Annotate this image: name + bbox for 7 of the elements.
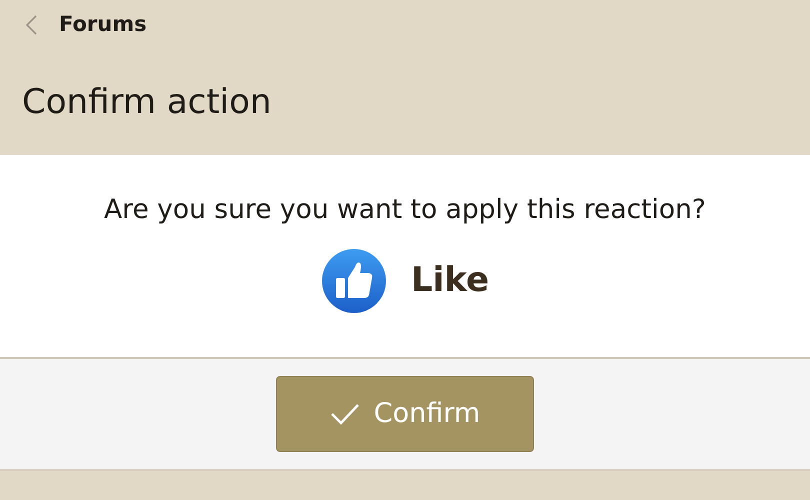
checkmark-icon	[330, 403, 360, 425]
back-link[interactable]: Forums	[26, 9, 147, 41]
thumbs-up-icon	[320, 248, 387, 314]
confirm-message: Are you sure you want to apply this reaction?	[104, 193, 706, 227]
reaction-label: Like	[410, 259, 490, 302]
page-title: Confirm action	[22, 81, 272, 124]
chevron-left-icon	[26, 15, 37, 35]
